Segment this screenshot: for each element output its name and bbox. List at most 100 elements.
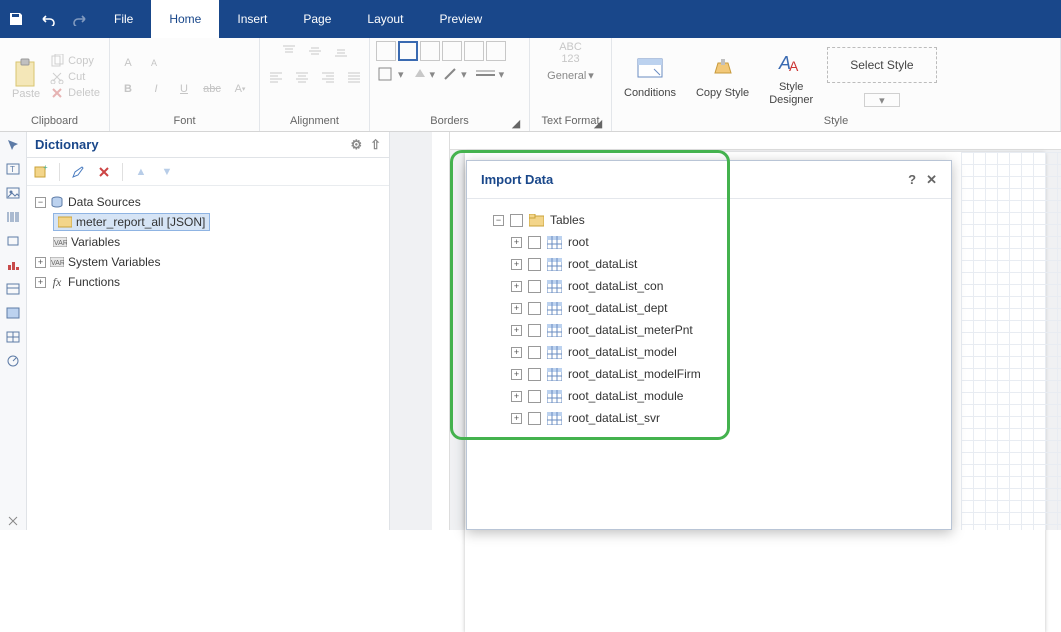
expand-icon[interactable]: + — [511, 281, 522, 292]
align-bottom-button[interactable] — [331, 41, 351, 61]
table-row[interactable]: +root — [483, 231, 935, 253]
table-row[interactable]: +root_dataList — [483, 253, 935, 275]
expand-icon[interactable]: + — [511, 259, 522, 270]
table-row[interactable]: +root_dataList_model — [483, 341, 935, 363]
menu-file[interactable]: File — [96, 0, 151, 38]
menu-insert[interactable]: Insert — [219, 0, 285, 38]
delete-button[interactable]: Delete — [50, 86, 100, 100]
align-center-button[interactable] — [292, 67, 312, 87]
checkbox[interactable] — [528, 258, 541, 271]
font-color-button[interactable]: A▾ — [230, 79, 250, 99]
table-row[interactable]: +root_dataList_modelFirm — [483, 363, 935, 385]
table-row[interactable]: +root_dataList_svr — [483, 407, 935, 429]
strikethrough-button[interactable]: abc — [202, 79, 222, 99]
bold-button[interactable]: B — [118, 79, 138, 99]
tool-text[interactable]: T — [4, 160, 22, 178]
tool-gauge[interactable] — [4, 352, 22, 370]
tool-crosstab[interactable] — [4, 328, 22, 346]
dict-down[interactable]: ▼ — [159, 164, 175, 180]
checkbox[interactable] — [528, 368, 541, 381]
expand-icon[interactable]: − — [35, 197, 46, 208]
expand-icon[interactable]: + — [511, 391, 522, 402]
dict-up[interactable]: ▲ — [133, 164, 149, 180]
tool-panel-1[interactable] — [4, 280, 22, 298]
select-style-button[interactable]: Select Style — [827, 47, 936, 83]
menu-home[interactable]: Home — [151, 0, 219, 38]
expand-icon[interactable]: + — [511, 237, 522, 248]
menu-layout[interactable]: Layout — [349, 0, 421, 38]
tree-variables[interactable]: VAR Variables — [31, 232, 385, 252]
border-preset-3[interactable] — [464, 41, 484, 61]
textformat-dropdown[interactable]: General ▾ — [547, 69, 594, 82]
tool-pointer[interactable] — [4, 136, 22, 154]
border-none-button[interactable] — [398, 41, 418, 61]
conditions-button[interactable]: Conditions — [618, 51, 682, 102]
dictionary-pin-icon[interactable]: ⇧ — [370, 137, 381, 153]
expand-icon[interactable]: − — [493, 215, 504, 226]
tool-chart[interactable] — [4, 256, 22, 274]
tree-functions[interactable]: + fx Functions — [31, 272, 385, 292]
dialog-help-icon[interactable]: ? — [908, 172, 916, 187]
align-middle-button[interactable] — [305, 41, 325, 61]
grow-font-button[interactable]: A — [118, 53, 138, 73]
expand-icon[interactable]: + — [511, 303, 522, 314]
checkbox[interactable] — [528, 390, 541, 403]
dict-new-item[interactable]: + — [33, 164, 49, 180]
checkbox[interactable] — [528, 236, 541, 249]
expand-icon[interactable]: + — [511, 369, 522, 380]
align-left-button[interactable] — [266, 67, 286, 87]
italic-button[interactable]: I — [146, 79, 166, 99]
tool-barcode[interactable] — [4, 208, 22, 226]
redo-button[interactable] — [64, 0, 96, 38]
tool-image[interactable] — [4, 184, 22, 202]
checkbox[interactable] — [528, 280, 541, 293]
expand-icon[interactable]: + — [35, 257, 46, 268]
style-designer-button[interactable]: AA Style Designer — [763, 45, 819, 109]
tool-shape[interactable] — [4, 232, 22, 250]
expand-icon[interactable]: + — [511, 347, 522, 358]
underline-button[interactable]: U — [174, 79, 194, 99]
checkbox[interactable] — [528, 412, 541, 425]
copy-style-button[interactable]: Copy Style — [690, 51, 755, 102]
textformat-launcher-icon[interactable]: ◢ — [593, 117, 603, 127]
style-gallery-dropdown[interactable]: ▾ — [864, 93, 900, 107]
expand-icon[interactable]: + — [35, 277, 46, 288]
border-preset-4[interactable] — [486, 41, 506, 61]
tool-settings[interactable] — [4, 512, 22, 530]
save-button[interactable] — [0, 0, 32, 38]
undo-button[interactable] — [32, 0, 64, 38]
align-justify-button[interactable] — [344, 67, 364, 87]
dictionary-settings-icon[interactable]: ⚙ — [350, 137, 362, 153]
table-row[interactable]: +root_dataList_module — [483, 385, 935, 407]
checkbox[interactable] — [528, 346, 541, 359]
border-color-dropdown[interactable]: ▾ — [443, 67, 467, 81]
dict-edit[interactable] — [70, 164, 86, 180]
expand-icon[interactable]: + — [511, 325, 522, 336]
cut-button[interactable]: Cut — [50, 70, 100, 84]
copy-button[interactable]: Copy — [50, 54, 100, 68]
border-preset-1[interactable] — [420, 41, 440, 61]
dialog-close-icon[interactable]: ✕ — [926, 172, 937, 188]
dict-delete[interactable] — [96, 164, 112, 180]
borders-launcher-icon[interactable]: ◢ — [511, 117, 521, 127]
border-preset-2[interactable] — [442, 41, 462, 61]
checkbox[interactable] — [528, 324, 541, 337]
tree-sysvars[interactable]: + VAR System Variables — [31, 252, 385, 272]
table-row[interactable]: +root_dataList_meterPnt — [483, 319, 935, 341]
border-style-dropdown[interactable]: ▾ — [378, 67, 404, 81]
border-all-button[interactable] — [376, 41, 396, 61]
tree-datasources[interactable]: − Data Sources — [31, 192, 385, 212]
tables-root-row[interactable]: − Tables — [483, 209, 935, 231]
align-top-button[interactable] — [279, 41, 299, 61]
table-row[interactable]: +root_dataList_con — [483, 275, 935, 297]
menu-preview[interactable]: Preview — [421, 0, 500, 38]
menu-page[interactable]: Page — [285, 0, 349, 38]
expand-icon[interactable]: + — [511, 413, 522, 424]
shrink-font-button[interactable]: A — [144, 53, 164, 73]
align-right-button[interactable] — [318, 67, 338, 87]
border-weight-dropdown[interactable]: ▾ — [475, 67, 505, 81]
checkbox[interactable] — [528, 302, 541, 315]
checkbox[interactable] — [510, 214, 523, 227]
fill-color-dropdown[interactable]: ▾ — [412, 67, 436, 81]
table-row[interactable]: +root_dataList_dept — [483, 297, 935, 319]
